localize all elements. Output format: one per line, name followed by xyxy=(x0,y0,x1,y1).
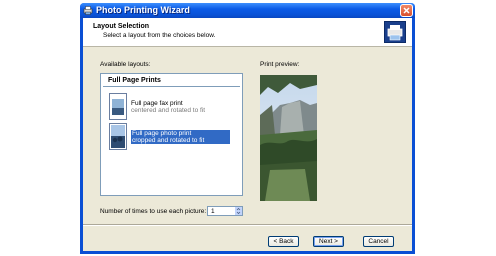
close-icon xyxy=(403,7,410,14)
times-per-picture-spinner[interactable]: 1 xyxy=(207,206,243,216)
print-preview-label: Print preview: xyxy=(260,61,300,68)
printer-wizard-icon xyxy=(83,6,93,15)
layout-item-title: Full page photo print xyxy=(132,130,192,137)
available-layouts-label: Available layouts: xyxy=(100,61,151,68)
wizard-body: Layout Selection Select a layout from th… xyxy=(83,18,412,251)
title-bar[interactable]: Photo Printing Wizard xyxy=(80,3,415,18)
layout-item-photo-print[interactable]: Full page photo print cropped and rotate… xyxy=(107,122,236,152)
footer-divider xyxy=(83,224,412,226)
print-preview-image xyxy=(260,75,317,201)
layout-item-fax-print[interactable]: Full page fax print centered and rotated… xyxy=(107,92,236,122)
layout-list[interactable]: Full Page Prints Full page fax print cen… xyxy=(100,73,243,196)
layout-item-label: Full page fax print centered and rotated… xyxy=(131,100,205,114)
page-title: Layout Selection xyxy=(93,23,150,30)
layout-item-title: Full page fax print xyxy=(131,100,183,107)
cancel-button[interactable]: Cancel xyxy=(363,236,394,247)
wizard-window: Photo Printing Wizard Layout Selection S… xyxy=(80,3,415,254)
wizard-header: Layout Selection Select a layout from th… xyxy=(83,18,412,47)
page-subtitle: Select a layout from the choices below. xyxy=(103,32,216,39)
next-button[interactable]: Next > xyxy=(313,236,344,247)
layout-category-label: Full Page Prints xyxy=(108,77,161,84)
layout-item-desc: centered and rotated to fit xyxy=(131,107,206,114)
window-title: Photo Printing Wizard xyxy=(96,5,190,15)
layout-item-label: Full page photo print cropped and rotate… xyxy=(131,130,230,144)
layout-thumbnail xyxy=(109,123,127,150)
layout-item-desc: cropped and rotated to fit xyxy=(132,137,205,144)
back-button[interactable]: < Back xyxy=(268,236,299,247)
layout-thumbnail xyxy=(109,93,127,120)
times-per-picture-label: Number of times to use each picture: xyxy=(100,208,207,215)
chevron-down-icon xyxy=(236,211,241,215)
spin-down-button[interactable] xyxy=(235,211,242,215)
layout-category-header: Full Page Prints xyxy=(103,76,240,87)
times-per-picture-value: 1 xyxy=(211,208,215,215)
printer-photo-icon xyxy=(384,21,406,43)
close-button[interactable] xyxy=(400,4,413,17)
